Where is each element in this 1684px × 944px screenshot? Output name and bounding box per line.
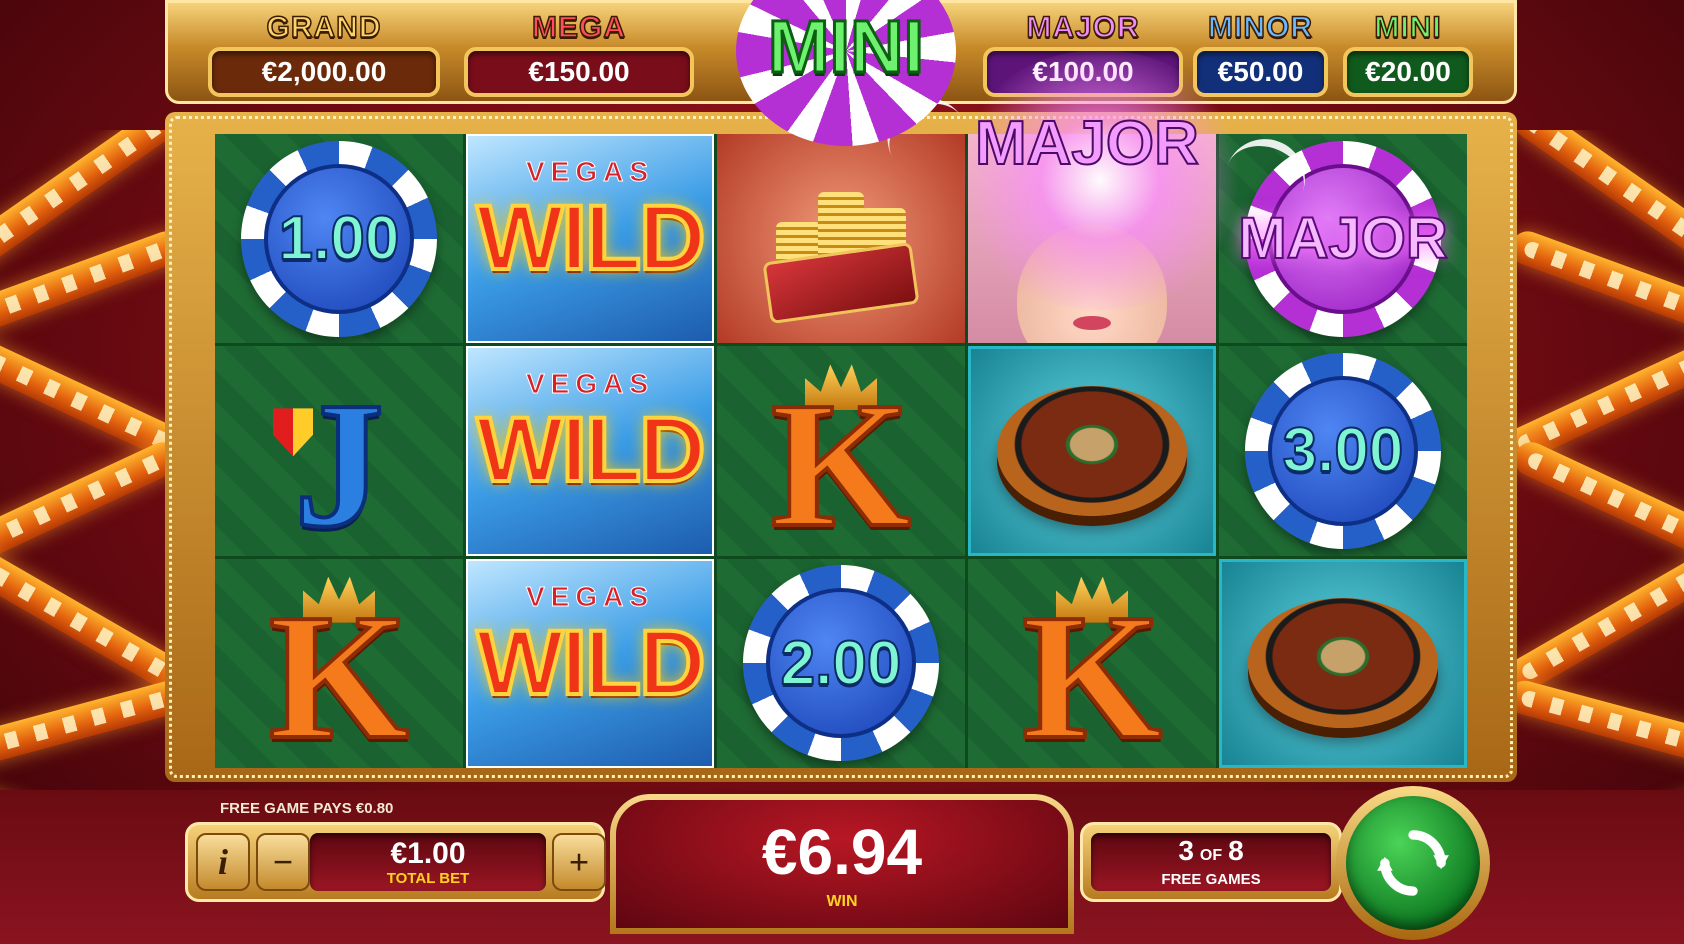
chip-value: 3.00 xyxy=(1282,415,1405,486)
minus-icon: − xyxy=(272,842,294,882)
reel-1-row-2: J xyxy=(215,346,463,556)
reels-grid: 1.00 VEGAS WILD MAJOR J VEGAS WILD K 3.0… xyxy=(215,134,1467,768)
chip-value: 2.00 xyxy=(780,628,903,699)
jackpot-major: MAJOR €100.00 xyxy=(983,10,1183,97)
free-games-current: 3 xyxy=(1178,835,1194,866)
jackpot-grand: GRAND €2,000.00 xyxy=(208,10,440,97)
total-bet-value: €1.00 xyxy=(390,836,466,870)
reel-3-row-2: K xyxy=(717,346,965,556)
jackpot-grand-label: GRAND xyxy=(266,10,382,45)
letter-k-symbol: K xyxy=(769,364,913,556)
letter-j-symbol: J xyxy=(292,364,386,556)
free-games-total: 8 xyxy=(1228,835,1244,866)
jackpot-major-label: MAJOR xyxy=(1026,10,1140,45)
jackpot-major-value: €100.00 xyxy=(983,47,1183,97)
blue-chip-icon: 1.00 xyxy=(241,140,437,337)
jackpot-mega-value: €150.00 xyxy=(464,47,694,97)
letter-k-symbol: K xyxy=(1020,577,1164,768)
reel-4-row-3: K xyxy=(968,558,1216,768)
increase-bet-button[interactable]: + xyxy=(552,833,606,891)
win-label: WIN xyxy=(826,893,858,910)
jackpot-mini: MINI €20.00 xyxy=(1343,10,1473,97)
wild-symbol: WILD xyxy=(474,610,707,716)
spin-refresh-icon xyxy=(1377,830,1449,896)
total-bet-display: €1.00 TOTAL BET xyxy=(310,833,546,891)
decrease-bet-button[interactable]: − xyxy=(256,833,310,891)
major-center-label: MAJOR xyxy=(974,108,1200,179)
win-value: €6.94 xyxy=(761,816,923,888)
win-panel: €6.94 WIN xyxy=(610,794,1074,934)
jackpot-minor: MINOR €50.00 xyxy=(1193,10,1328,97)
wild-vegas-text: VEGAS xyxy=(525,580,655,612)
blue-chip-icon: 2.00 xyxy=(743,565,939,762)
jackpot-mini-label: MINI xyxy=(1374,10,1442,45)
info-icon: i xyxy=(217,842,228,882)
wild-vegas-text: VEGAS xyxy=(525,368,655,400)
bet-control-bar: i − €1.00 TOTAL BET + xyxy=(185,822,606,902)
blue-chip-icon: 3.00 xyxy=(1245,352,1441,549)
reel-2-row-2: VEGAS WILD xyxy=(466,346,714,556)
wild-vegas-text: VEGAS xyxy=(525,156,655,188)
jackpot-mega-label: MEGA xyxy=(531,10,626,45)
reel-5-row-3 xyxy=(1219,558,1467,768)
jackpot-mega: MEGA €150.00 xyxy=(464,10,694,97)
major-chip-label: MAJOR xyxy=(1237,205,1448,272)
info-button[interactable]: i xyxy=(196,833,250,891)
reel-2-row-1: VEGAS WILD xyxy=(466,134,714,344)
jackpot-grand-value: €2,000.00 xyxy=(208,47,440,97)
free-games-label: FREE GAMES xyxy=(1161,871,1261,888)
reel-4-row-2 xyxy=(968,346,1216,556)
free-games-panel: 3 OF 8 FREE GAMES xyxy=(1080,822,1342,902)
jackpot-mini-value: €20.00 xyxy=(1343,47,1473,97)
wild-symbol: WILD xyxy=(474,397,707,503)
reel-5-row-2: 3.00 xyxy=(1219,346,1467,556)
roulette-icon xyxy=(997,385,1187,516)
jackpot-minor-label: MINOR xyxy=(1207,10,1313,45)
reel-3-row-1 xyxy=(717,134,965,344)
free-game-pays-text: FREE GAME PAYS €0.80 xyxy=(220,800,394,817)
wild-symbol: WILD xyxy=(474,185,707,291)
jackpot-minor-value: €50.00 xyxy=(1193,47,1328,97)
chip-value: 1.00 xyxy=(278,203,401,274)
roulette-icon xyxy=(1248,598,1438,729)
mini-feature-chip: MINI xyxy=(722,0,970,146)
reel-2-row-3: VEGAS WILD xyxy=(466,558,714,768)
letter-k-symbol: K xyxy=(267,577,411,768)
reel-3-row-3: 2.00 xyxy=(717,558,965,768)
total-bet-label: TOTAL BET xyxy=(386,869,470,887)
spin-button[interactable] xyxy=(1336,786,1490,940)
mini-feature-label: MINI xyxy=(766,4,925,90)
free-games-counter: 3 OF 8 xyxy=(1178,836,1243,871)
reel-1-row-3: K xyxy=(215,558,463,768)
gold-coins-icon xyxy=(756,164,926,324)
reel-frame: 1.00 VEGAS WILD MAJOR J VEGAS WILD K 3.0… xyxy=(165,112,1517,782)
reel-1-row-1: 1.00 xyxy=(215,134,463,344)
free-games-of: OF xyxy=(1199,847,1223,864)
plus-icon: + xyxy=(568,842,590,882)
lady-icon xyxy=(1017,223,1167,344)
